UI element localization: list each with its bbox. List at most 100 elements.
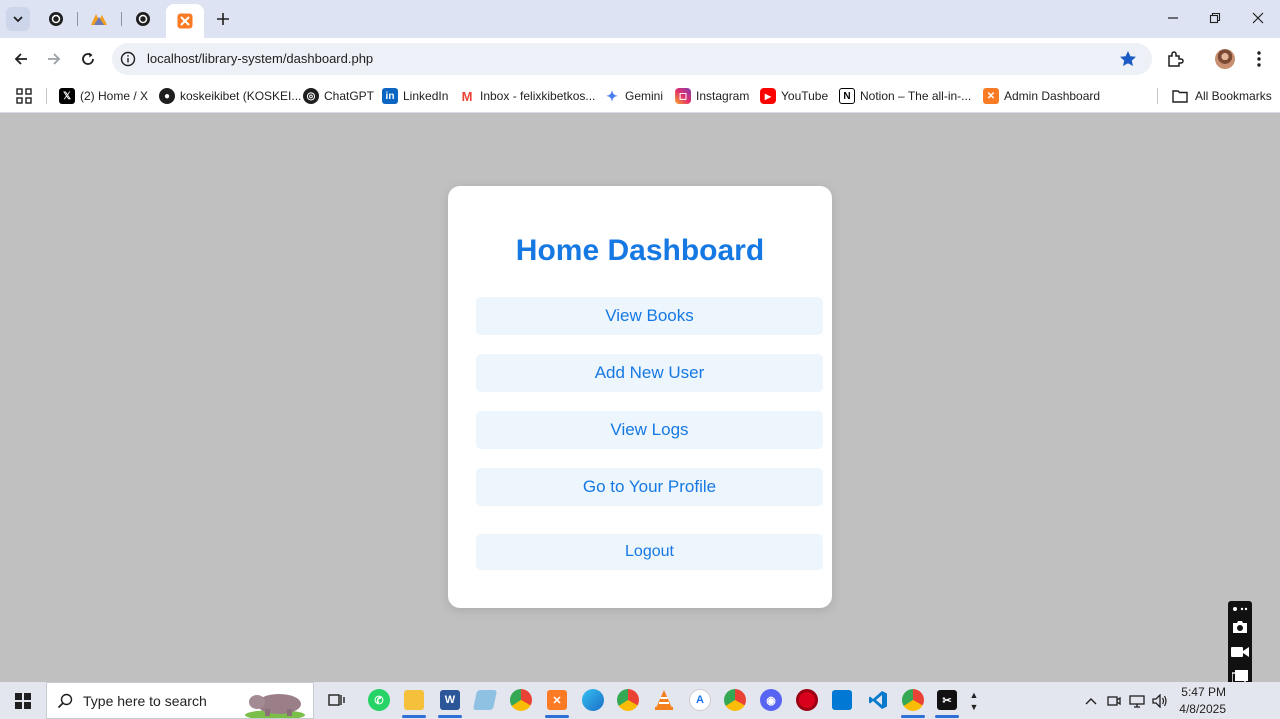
bookmark-gmail[interactable]: M Inbox - felixkibetkos... (459, 86, 595, 106)
profile-avatar[interactable] (1212, 46, 1238, 72)
edge-app[interactable] (578, 685, 608, 715)
logout-button[interactable]: Logout (476, 534, 823, 570)
bookmark-x[interactable]: 𝕏 (2) Home / X (59, 86, 148, 106)
capture-options-button[interactable] (1231, 603, 1249, 615)
extensions-button[interactable] (1162, 46, 1188, 72)
bookmark-label: (2) Home / X (80, 89, 149, 103)
tab-chatgpt-1[interactable] (38, 6, 74, 32)
notes-app[interactable] (470, 685, 500, 715)
volume-button[interactable] (1150, 682, 1170, 719)
discord-app[interactable]: ◉ (756, 685, 786, 715)
bookmark-instagram[interactable]: ◻ Instagram (675, 86, 749, 106)
task-view-icon (328, 694, 345, 706)
microsoft-store-app[interactable] (827, 685, 857, 715)
taskbar-scroll-control[interactable]: ▲ ▼ (966, 682, 982, 719)
file-explorer-app[interactable] (399, 685, 429, 718)
puzzle-icon (1168, 51, 1184, 67)
add-user-button[interactable]: Add New User (476, 354, 823, 392)
forward-button[interactable] (40, 45, 68, 73)
bookmark-star-icon[interactable] (1118, 49, 1138, 69)
chrome-app-active[interactable] (898, 685, 928, 718)
youtube-icon: ▶ (760, 88, 776, 104)
chrome-app-2[interactable] (613, 685, 643, 715)
arrow-left-icon (14, 53, 27, 65)
record-icon (796, 689, 818, 711)
address-bar[interactable]: localhost/library-system/dashboard.php (112, 43, 1152, 75)
hidden-icons-button[interactable] (1082, 682, 1100, 719)
bookmark-admin-dashboard[interactable]: ✕ Admin Dashboard (983, 86, 1100, 106)
url-text[interactable]: localhost/library-system/dashboard.php (147, 51, 373, 66)
bookmark-linkedin[interactable]: in LinkedIn (382, 86, 448, 106)
tab-pma[interactable] (81, 6, 117, 32)
app-store-icon: A (689, 689, 711, 711)
chevron-up-icon (1085, 697, 1097, 704)
site-info-icon[interactable] (120, 51, 136, 67)
vlc-icon (655, 690, 673, 710)
search-icon (57, 693, 73, 709)
all-bookmarks-button[interactable]: All Bookmarks (1172, 86, 1272, 106)
restore-button[interactable] (1194, 0, 1236, 36)
tab-chatgpt-2[interactable] (125, 6, 161, 32)
avatar (1215, 49, 1235, 69)
whatsapp-app[interactable]: ✆ (364, 685, 394, 715)
apps-button[interactable] (16, 86, 32, 106)
xampp-app[interactable]: ✕ (542, 685, 572, 718)
word-app[interactable]: W (435, 685, 465, 718)
bookmark-label: Gemini (625, 89, 664, 103)
linkedin-icon: in (382, 88, 398, 104)
bookmark-label: Inbox - felixkibetkos... (480, 89, 596, 103)
tab-strip (0, 0, 1280, 38)
bookmark-label: ChatGPT (324, 89, 375, 103)
chevron-down-icon: ▼ (969, 701, 979, 712)
folder-icon (1172, 90, 1188, 103)
tab-search-button[interactable] (6, 7, 30, 31)
record-video-button[interactable] (1231, 644, 1249, 660)
vscode-icon (869, 691, 887, 709)
task-view-button[interactable] (322, 685, 352, 715)
new-tab-button[interactable] (211, 7, 235, 31)
meet-now-button[interactable] (1105, 682, 1123, 719)
close-icon (1252, 12, 1264, 24)
bookmark-youtube[interactable]: ▶ YouTube (760, 86, 828, 106)
screenshot-button[interactable] (1231, 619, 1249, 635)
more-vertical-icon (1257, 51, 1261, 67)
windows-logo-icon (15, 692, 31, 709)
bookmark-gemini[interactable]: ✦ Gemini (604, 86, 663, 106)
vscode-app[interactable] (863, 685, 893, 715)
xampp-icon: ✕ (983, 88, 999, 104)
snipping-app[interactable]: ✂ (932, 685, 962, 718)
chrome-app-3[interactable] (720, 685, 750, 715)
restore-icon (1209, 12, 1221, 24)
taskbar-search[interactable]: Type here to search (46, 682, 314, 719)
chrome-app-1[interactable] (506, 685, 536, 715)
gemini-icon: ✦ (604, 88, 620, 104)
video-camera-icon (1231, 647, 1249, 657)
word-icon: W (440, 690, 460, 710)
bookmark-notion[interactable]: N Notion – The all-in-... (839, 86, 971, 106)
back-button[interactable] (7, 45, 35, 73)
xampp-icon: ✕ (547, 690, 567, 710)
folder-icon (404, 690, 424, 710)
bookmark-github[interactable]: ● koskeikibet (KOSKEI... (159, 86, 301, 106)
tab-admin-dashboard[interactable] (166, 4, 204, 38)
close-window-button[interactable] (1237, 0, 1279, 36)
minimize-button[interactable] (1152, 0, 1194, 36)
chatgpt-icon (136, 12, 150, 26)
app-store-app[interactable]: A (685, 685, 715, 715)
bookmark-chatgpt[interactable]: ◎ ChatGPT (303, 86, 374, 106)
reload-icon (82, 52, 94, 65)
recorder-app[interactable] (792, 685, 822, 715)
arrow-right-icon (48, 53, 61, 65)
browser-menu-button[interactable] (1246, 46, 1272, 72)
chatgpt-icon (49, 12, 63, 26)
speaker-icon (1152, 693, 1167, 708)
vlc-app[interactable] (649, 685, 679, 715)
profile-button[interactable]: Go to Your Profile (476, 468, 823, 506)
view-logs-button[interactable]: View Logs (476, 411, 823, 449)
taskbar-clock[interactable]: 5:47 PM 4/8/2025 (1172, 684, 1226, 718)
view-books-button[interactable]: View Books (476, 297, 823, 335)
network-button[interactable] (1127, 682, 1147, 719)
gmail-icon: M (459, 88, 475, 104)
reload-button[interactable] (74, 45, 102, 73)
start-button[interactable] (0, 682, 46, 719)
